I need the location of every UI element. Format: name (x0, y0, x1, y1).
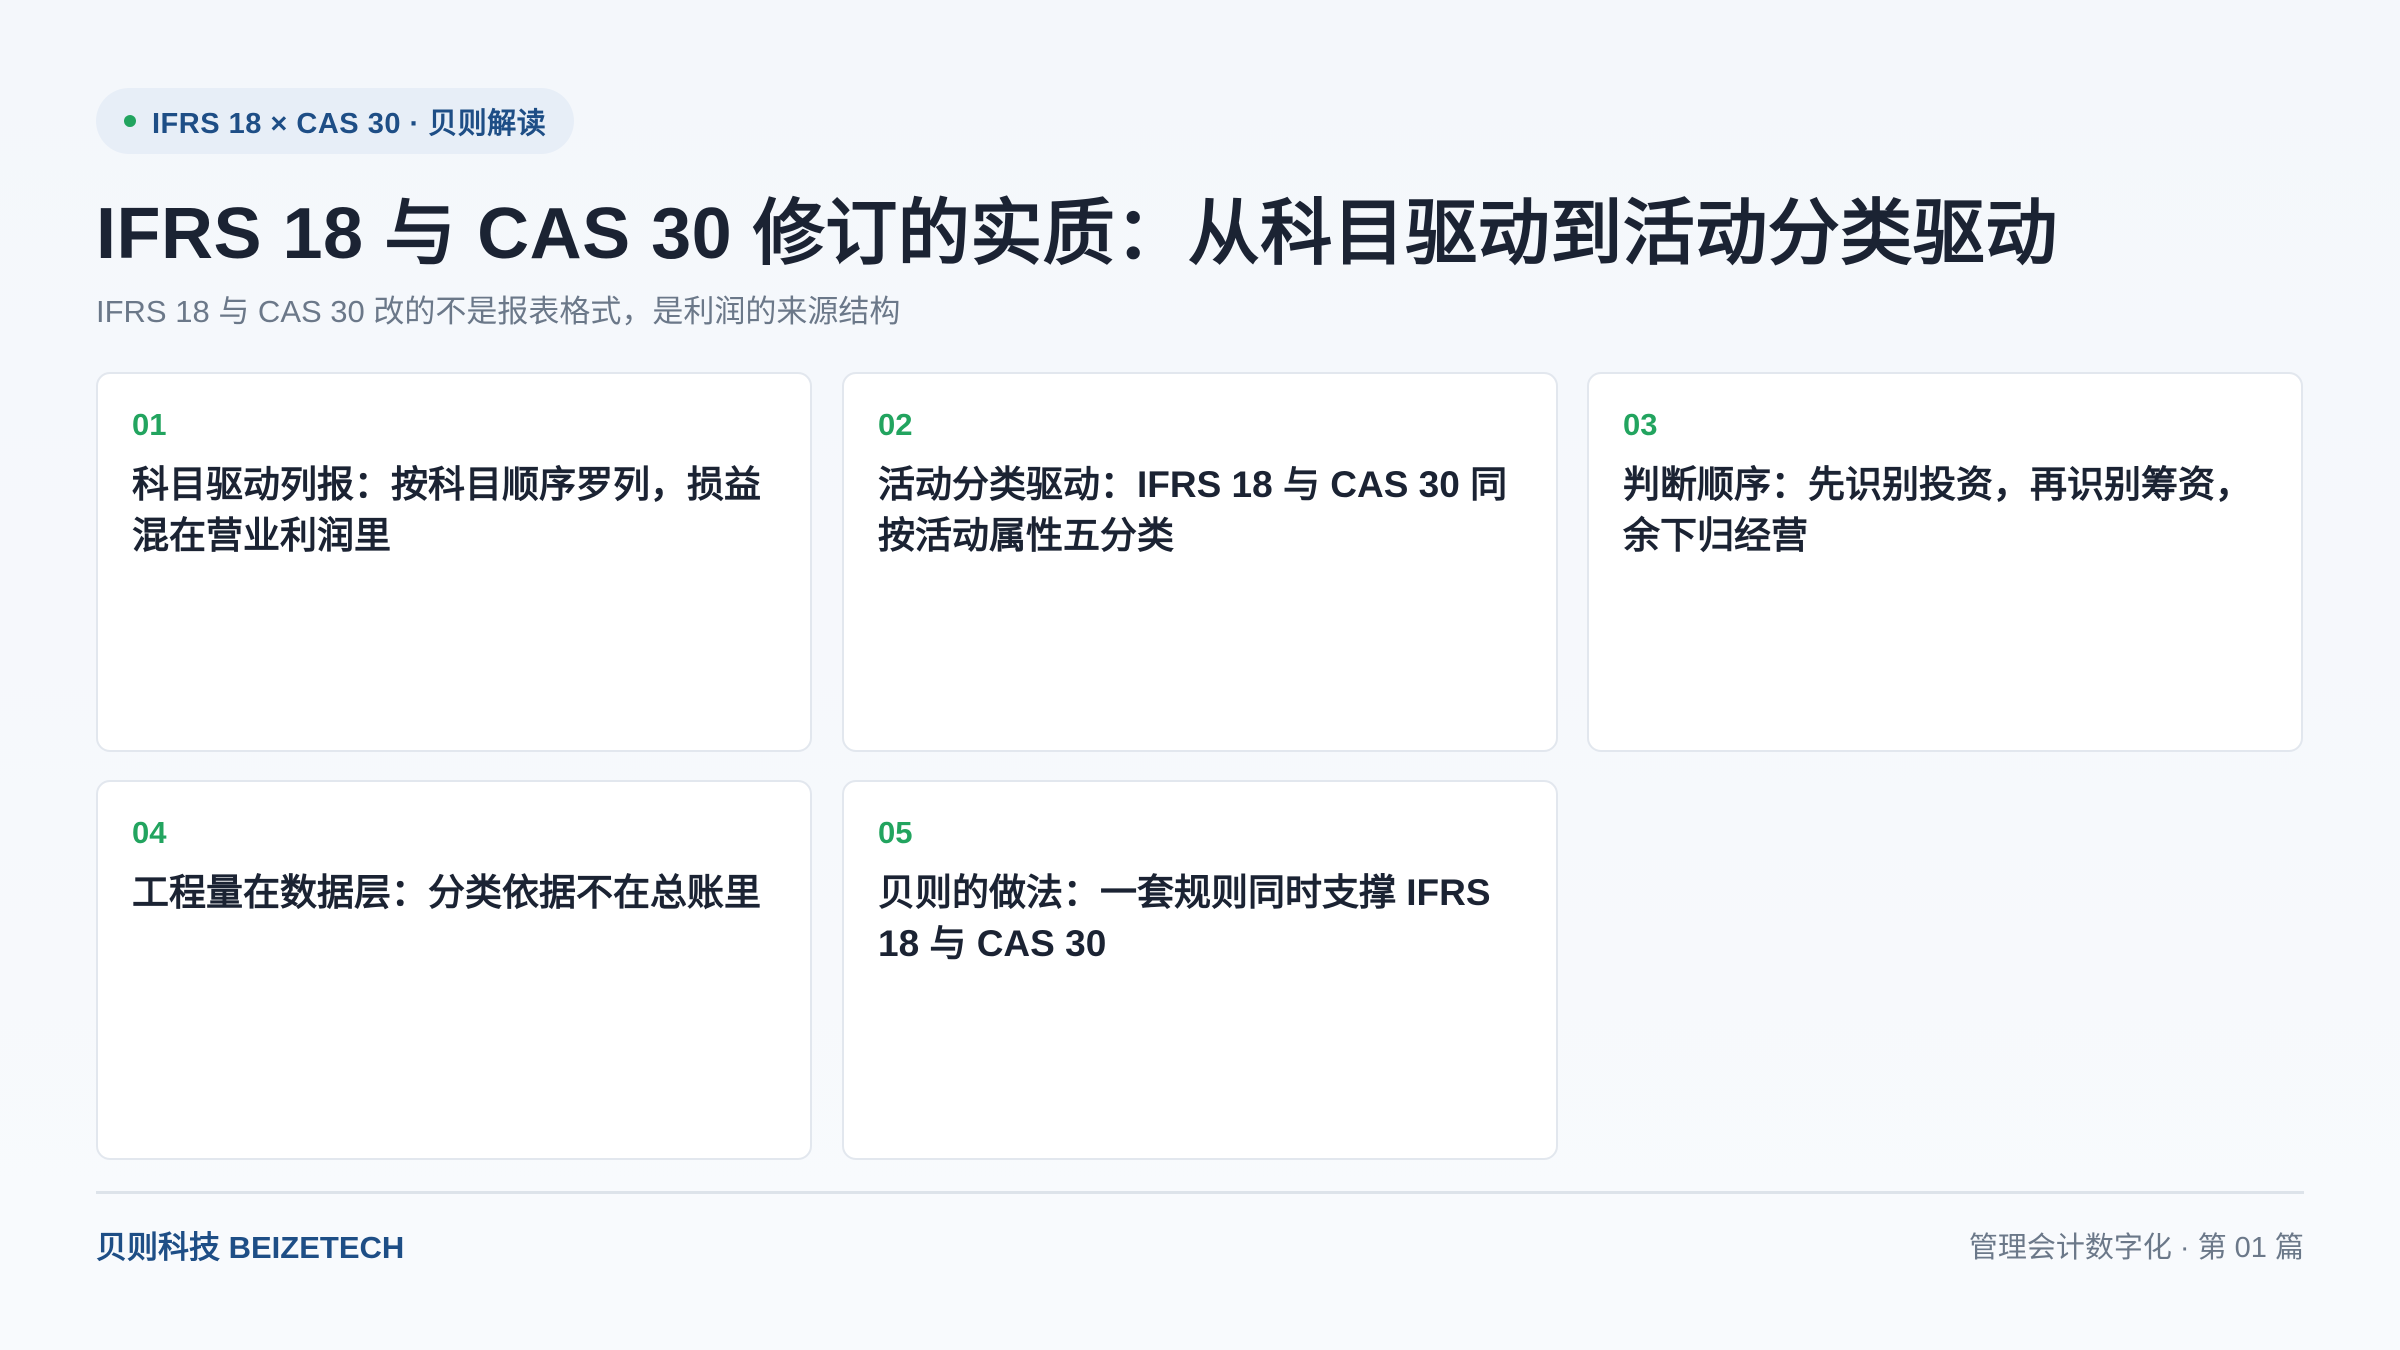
slide: IFRS 18 × CAS 30 · 贝则解读 IFRS 18 与 CAS 30… (96, 88, 2304, 1268)
page-subtitle: IFRS 18 与 CAS 30 改的不是报表格式，是利润的来源结构 (96, 294, 901, 329)
topic-tag-label: IFRS 18 × CAS 30 · 贝则解读 (152, 108, 547, 140)
green-dot-icon (124, 115, 136, 127)
card-text: 贝则的做法：一套规则同时支撑 IFRS 18 与 CAS 30 (878, 872, 1491, 965)
card-number: 05 (878, 815, 913, 850)
card-text: 活动分类驱动：IFRS 18 与 CAS 30 同按活动属性五分类 (878, 464, 1508, 557)
point-card-02: 02 活动分类驱动：IFRS 18 与 CAS 30 同按活动属性五分类 (842, 372, 1558, 752)
page-title: IFRS 18 与 CAS 30 修订的实质：从科目驱动到活动分类驱动 (96, 194, 2058, 274)
point-card-01: 01 科目驱动列报：按科目顺序罗列，损益混在营业利润里 (96, 372, 812, 752)
card-number: 02 (878, 407, 913, 442)
topic-tag: IFRS 18 × CAS 30 · 贝则解读 (96, 88, 575, 154)
card-text: 判断顺序：先识别投资，再识别筹资，余下归经营 (1623, 464, 2252, 557)
card-text: 工程量在数据层：分类依据不在总账里 (132, 872, 761, 914)
card-text: 科目驱动列报：按科目顺序罗列，损益混在营业利润里 (132, 464, 761, 557)
card-number: 04 (132, 815, 167, 850)
footer-brand: 贝则科技 BEIZETECH (96, 1230, 405, 1265)
footer-series: 管理会计数字化 · 第 01 篇 (1968, 1232, 2304, 1264)
point-card-05: 05 贝则的做法：一套规则同时支撑 IFRS 18 与 CAS 30 (842, 780, 1558, 1160)
card-number: 01 (132, 407, 167, 442)
point-card-03: 03 判断顺序：先识别投资，再识别筹资，余下归经营 (1587, 372, 2303, 752)
footer-divider (96, 1191, 2304, 1194)
point-card-04: 04 工程量在数据层：分类依据不在总账里 (96, 780, 812, 1160)
card-number: 03 (1623, 407, 1658, 442)
